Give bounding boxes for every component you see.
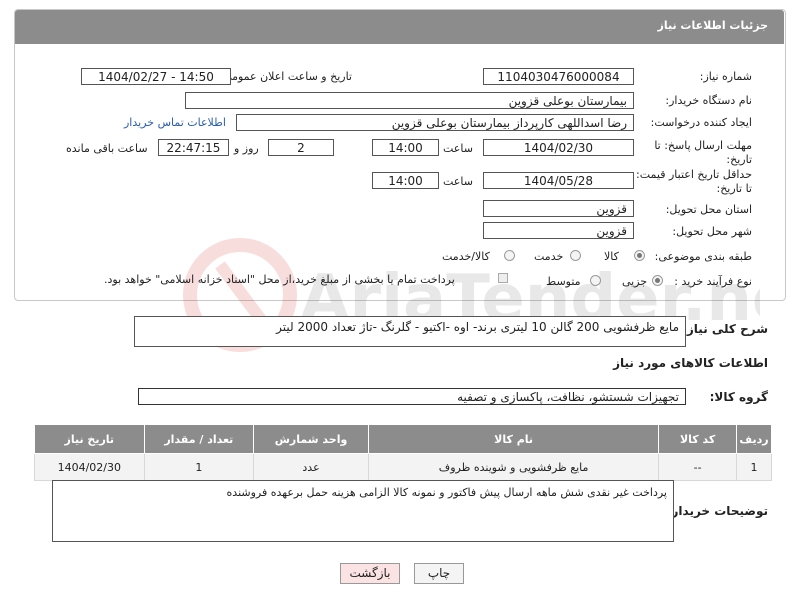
time-remaining-field: 22:47:15 xyxy=(158,139,229,156)
reply-time-label: ساعت xyxy=(443,142,473,155)
buyer-notes-label: توضیحات خریدار: xyxy=(666,504,768,518)
reply-deadline-label: مهلت ارسال پاسخ: تا xyxy=(654,139,752,152)
goods-table: ردیف کد کالا نام کالا واحد شمارش تعداد /… xyxy=(34,424,773,481)
delivery-city-label: شهر محل تحویل: xyxy=(672,225,752,238)
price-validity-label: حداقل تاریخ اعتبار قیمت: xyxy=(636,168,752,181)
price-validity-date-field: 1404/05/28 xyxy=(483,172,634,189)
price-validity-label-2: تا تاریخ: xyxy=(716,182,752,195)
price-validity-time-label: ساعت xyxy=(443,175,473,188)
buyer-org-field: بیمارستان بوعلی قزوین xyxy=(185,92,634,109)
process-option-medium: متوسط xyxy=(546,275,581,288)
buyer-org-label: نام دستگاه خریدار: xyxy=(665,94,752,107)
purchase-process-label: نوع فرآیند خرید : xyxy=(674,275,752,288)
creator-field: رضا اسداللهی کارپرداز بیمارستان بوعلی قز… xyxy=(236,114,634,131)
delivery-city-field: قزوین xyxy=(483,222,634,239)
buyer-notes-text: پرداخت غیر نقدی شش ماهه ارسال پیش فاکتور… xyxy=(226,486,667,499)
days-remaining-field: 2 xyxy=(268,139,334,156)
buyer-notes-box: پرداخت غیر نقدی شش ماهه ارسال پیش فاکتور… xyxy=(52,480,674,542)
treasury-checkbox[interactable] xyxy=(498,273,508,283)
process-option-minor: جزیی xyxy=(622,275,648,288)
need-number-field: 1104030476000084 xyxy=(483,68,634,85)
description-label: شرح کلی نیاز: xyxy=(682,322,768,336)
cell-code: -- xyxy=(658,453,737,481)
cell-need-date: 1404/02/30 xyxy=(34,453,145,481)
price-validity-time-field: 14:00 xyxy=(372,172,439,189)
buyer-contact-link[interactable]: اطلاعات تماس خریدار xyxy=(124,116,226,129)
panel-title: جزئیات اطلاعات نیاز xyxy=(657,19,769,32)
goods-group-label: گروه کالا: xyxy=(709,390,768,404)
cell-quantity: 1 xyxy=(143,453,255,481)
col-header-unit: واحد شمارش xyxy=(253,424,369,454)
cell-name: مایع ظرفشویی و شوینده ظروف xyxy=(367,453,660,481)
table-row: 1 -- مایع ظرفشویی و شوینده ظروف عدد 1 14… xyxy=(34,453,773,481)
back-button[interactable]: بازگشت xyxy=(340,563,400,584)
time-remaining-label: ساعت باقی مانده xyxy=(66,142,148,155)
need-number-label: شماره نیاز: xyxy=(699,70,752,83)
reply-deadline-label-2: تاریخ: xyxy=(726,153,752,166)
col-header-code: کد کالا xyxy=(658,424,737,454)
col-header-row-number: ردیف xyxy=(735,424,773,454)
category-label: طبقه بندی موضوعی: xyxy=(654,250,752,263)
cell-row-number: 1 xyxy=(735,453,773,481)
cell-unit: عدد xyxy=(253,453,369,481)
delivery-province-label: استان محل تحویل: xyxy=(665,203,752,216)
reply-time-field: 14:00 xyxy=(372,139,439,156)
category-radio-goods-service[interactable] xyxy=(504,250,515,261)
category-radio-service[interactable] xyxy=(570,250,581,261)
table-header-row: ردیف کد کالا نام کالا واحد شمارش تعداد /… xyxy=(34,424,773,454)
reply-date-field: 1404/02/30 xyxy=(483,139,634,156)
treasury-note: پرداخت تمام یا بخشی از مبلغ خرید،از محل … xyxy=(104,273,455,286)
description-text: مایع ظرفشویی 200 گالن 10 لیتری برند- اوه… xyxy=(276,320,679,334)
col-header-name: نام کالا xyxy=(367,424,660,454)
goods-group-field: تجهیزات شستشو، نظافت، پاکسازی و تصفیه xyxy=(138,388,686,405)
announce-datetime-field: 1404/02/27 - 14:50 xyxy=(81,68,231,85)
announce-label: تاریخ و ساعت اعلان عمومی: xyxy=(219,70,352,83)
days-label: روز و xyxy=(234,142,259,155)
description-box: مایع ظرفشویی 200 گالن 10 لیتری برند- اوه… xyxy=(134,316,686,347)
category-option-goods-service: کالا/خدمت xyxy=(442,250,490,263)
process-radio-medium[interactable] xyxy=(590,275,601,286)
category-radio-goods[interactable] xyxy=(634,250,645,261)
process-radio-minor[interactable] xyxy=(652,275,663,286)
goods-section-title: اطلاعات کالاهای مورد نیاز xyxy=(613,356,768,370)
category-option-service: خدمت xyxy=(534,250,564,263)
col-header-quantity: تعداد / مقدار xyxy=(143,424,255,454)
col-header-need-date: تاریخ نیاز xyxy=(34,424,145,454)
delivery-province-field: قزوین xyxy=(483,200,634,217)
category-option-goods: کالا xyxy=(604,250,619,263)
creator-label: ایجاد کننده درخواست: xyxy=(650,116,752,129)
print-button[interactable]: چاپ xyxy=(414,563,464,584)
